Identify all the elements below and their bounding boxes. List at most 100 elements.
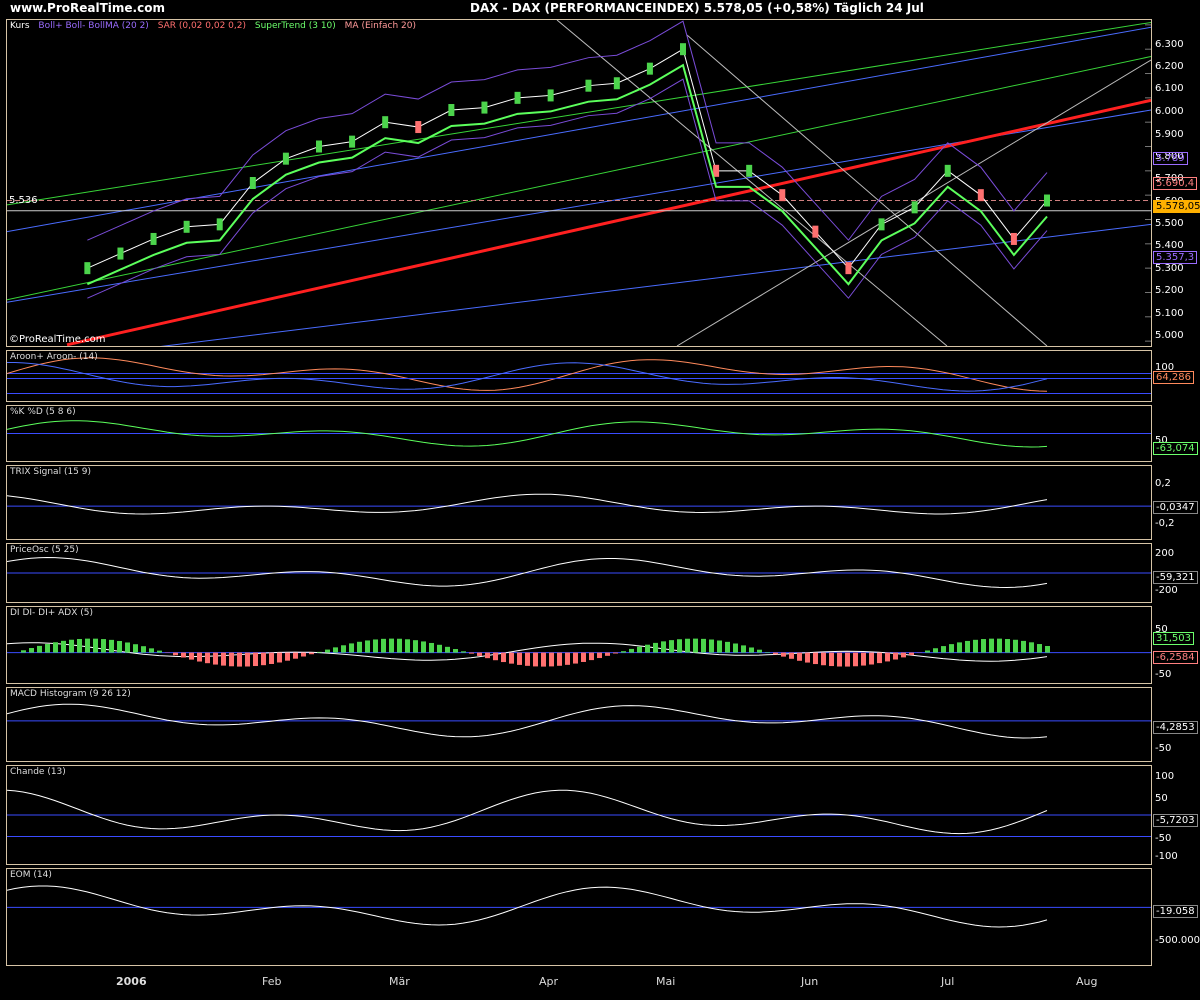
adx-bar-48	[397, 638, 402, 653]
adx-bar-30	[253, 652, 258, 667]
priceosc-label: PriceOsc (5 25)	[10, 545, 79, 555]
xlabel-mai: Mai	[656, 975, 676, 988]
tick-price-3: 6.000	[1155, 106, 1184, 117]
stoch-chart	[7, 420, 1151, 448]
price-chart	[7, 20, 1151, 346]
adx-bar-7	[69, 639, 74, 653]
trix-panel[interactable]: TRIX Signal (15 9)	[6, 465, 1152, 540]
priceosc-panel[interactable]: PriceOsc (5 25)	[6, 543, 1152, 603]
macd-chart	[7, 703, 1151, 739]
adx-bar-42	[349, 643, 354, 653]
price-panel[interactable]: Kurs Boll+ Boll- BollMA (20 2) SAR (0,02…	[6, 19, 1152, 347]
adx-bar-94	[765, 652, 770, 653]
adx-bar-3	[37, 645, 42, 653]
adx-bar-112	[909, 652, 914, 656]
adx-bar-104	[845, 652, 850, 667]
site-name[interactable]: www.ProRealTime.com	[10, 1, 165, 15]
chande-chart	[7, 789, 1151, 838]
price-candle-5	[249, 177, 256, 189]
adx-bar-89	[725, 641, 730, 653]
tag-trix: -0,0347	[1153, 501, 1198, 514]
adx-bar-127	[1029, 642, 1034, 653]
adx-bar-75	[613, 652, 618, 654]
price-candle-10	[415, 121, 422, 134]
xlabel-maer: Mär	[389, 975, 410, 988]
adx-bar-97	[789, 652, 794, 659]
adx-bar-57	[469, 652, 474, 654]
eom-scale: -19.058 -500.000	[1152, 868, 1200, 966]
price-candle-0	[84, 262, 91, 275]
stoch-panel[interactable]: %K %D (5 8 6)	[6, 405, 1152, 462]
eom-label: EOM (14)	[10, 870, 52, 880]
adx-bar-107	[869, 652, 874, 665]
adx-bar-54	[445, 646, 450, 653]
trix-chart	[7, 493, 1151, 515]
adx-bar-111	[901, 652, 906, 658]
adx-bar-106	[861, 652, 866, 666]
adx-bar-121	[981, 639, 986, 653]
supertrend-line	[86, 63, 1048, 286]
adx-bar-79	[645, 644, 650, 653]
eom-panel[interactable]: EOM (14)	[6, 868, 1152, 966]
adx-bar-91	[741, 645, 746, 653]
adx-bar-65	[533, 652, 538, 667]
time-axis: 2006 Feb Mär Apr Mai Jun Jul Aug	[6, 966, 1152, 996]
adx-chart	[7, 638, 1151, 667]
trix-line	[7, 493, 1048, 515]
adx-bar-45	[373, 639, 378, 653]
xlabel-apr: Apr	[539, 975, 559, 988]
price-candle-4	[216, 218, 223, 231]
adx-bar-84	[685, 638, 690, 653]
eom-line	[7, 885, 1048, 928]
adx-bar-81	[661, 641, 666, 653]
price-candle-24	[878, 218, 885, 231]
adx-bar-4	[45, 643, 50, 653]
chande-panel[interactable]: Chande (13)	[6, 765, 1152, 865]
adx-bar-74	[605, 652, 610, 656]
tick-chande-neg50: -50	[1155, 833, 1172, 844]
price-candle-18	[680, 43, 686, 56]
aroon-chart	[7, 357, 1151, 394]
adx-bar-99	[805, 652, 810, 663]
adx-bar-8	[77, 638, 82, 653]
macd-panel[interactable]: MACD Histogram (9 26 12)	[6, 687, 1152, 762]
adx-bar-82	[669, 640, 674, 653]
price-candle-3	[183, 220, 190, 233]
adx-bar-18	[157, 650, 162, 653]
adx-bar-35	[293, 652, 298, 659]
adx-bar-69	[565, 652, 570, 665]
adx-bar-77	[629, 648, 634, 653]
adx-bar-12	[109, 639, 114, 653]
adx-bar-66	[541, 652, 546, 667]
chande-label: Chande (13)	[10, 767, 66, 777]
adx-bar-105	[853, 652, 858, 667]
adx-bar-73	[597, 652, 602, 659]
adx-bar-115	[933, 648, 938, 653]
tick-price-13: 5.000	[1155, 330, 1184, 341]
aroon-label: Aroon+ Aroon- (14)	[10, 352, 98, 362]
top-bar: www.ProRealTime.com DAX - DAX (PERFORMAN…	[0, 0, 1200, 18]
tag-adx-diff: -6,2584	[1153, 651, 1198, 664]
adx-bar-80	[653, 642, 658, 653]
adx-bar-92	[749, 647, 754, 653]
adx-bar-124	[1005, 639, 1010, 653]
aroon-panel[interactable]: Aroon+ Aroon- (14)	[6, 350, 1152, 402]
tick-eom: -500.000	[1155, 935, 1200, 946]
adx-bar-95	[773, 652, 778, 655]
tick-price-4: 5.900	[1155, 129, 1184, 140]
adx-bar-125	[1013, 639, 1018, 653]
adx-bar-83	[677, 639, 682, 653]
adx-bar-26	[221, 652, 226, 666]
adx-bar-68	[557, 652, 562, 666]
adx-bar-123	[997, 638, 1002, 653]
adx-bar-101	[821, 652, 826, 666]
price-candle-15	[585, 79, 592, 92]
adx-bar-72	[589, 652, 594, 661]
tag-chande: -5,7203	[1153, 814, 1198, 827]
adx-panel[interactable]: DI DI- DI+ ADX (5)	[6, 606, 1152, 684]
adx-bar-22	[189, 652, 194, 660]
adx-bar-13	[117, 641, 122, 653]
price-candle-2	[150, 232, 157, 245]
adx-bar-98	[797, 652, 802, 661]
adx-bar-120	[973, 639, 978, 653]
